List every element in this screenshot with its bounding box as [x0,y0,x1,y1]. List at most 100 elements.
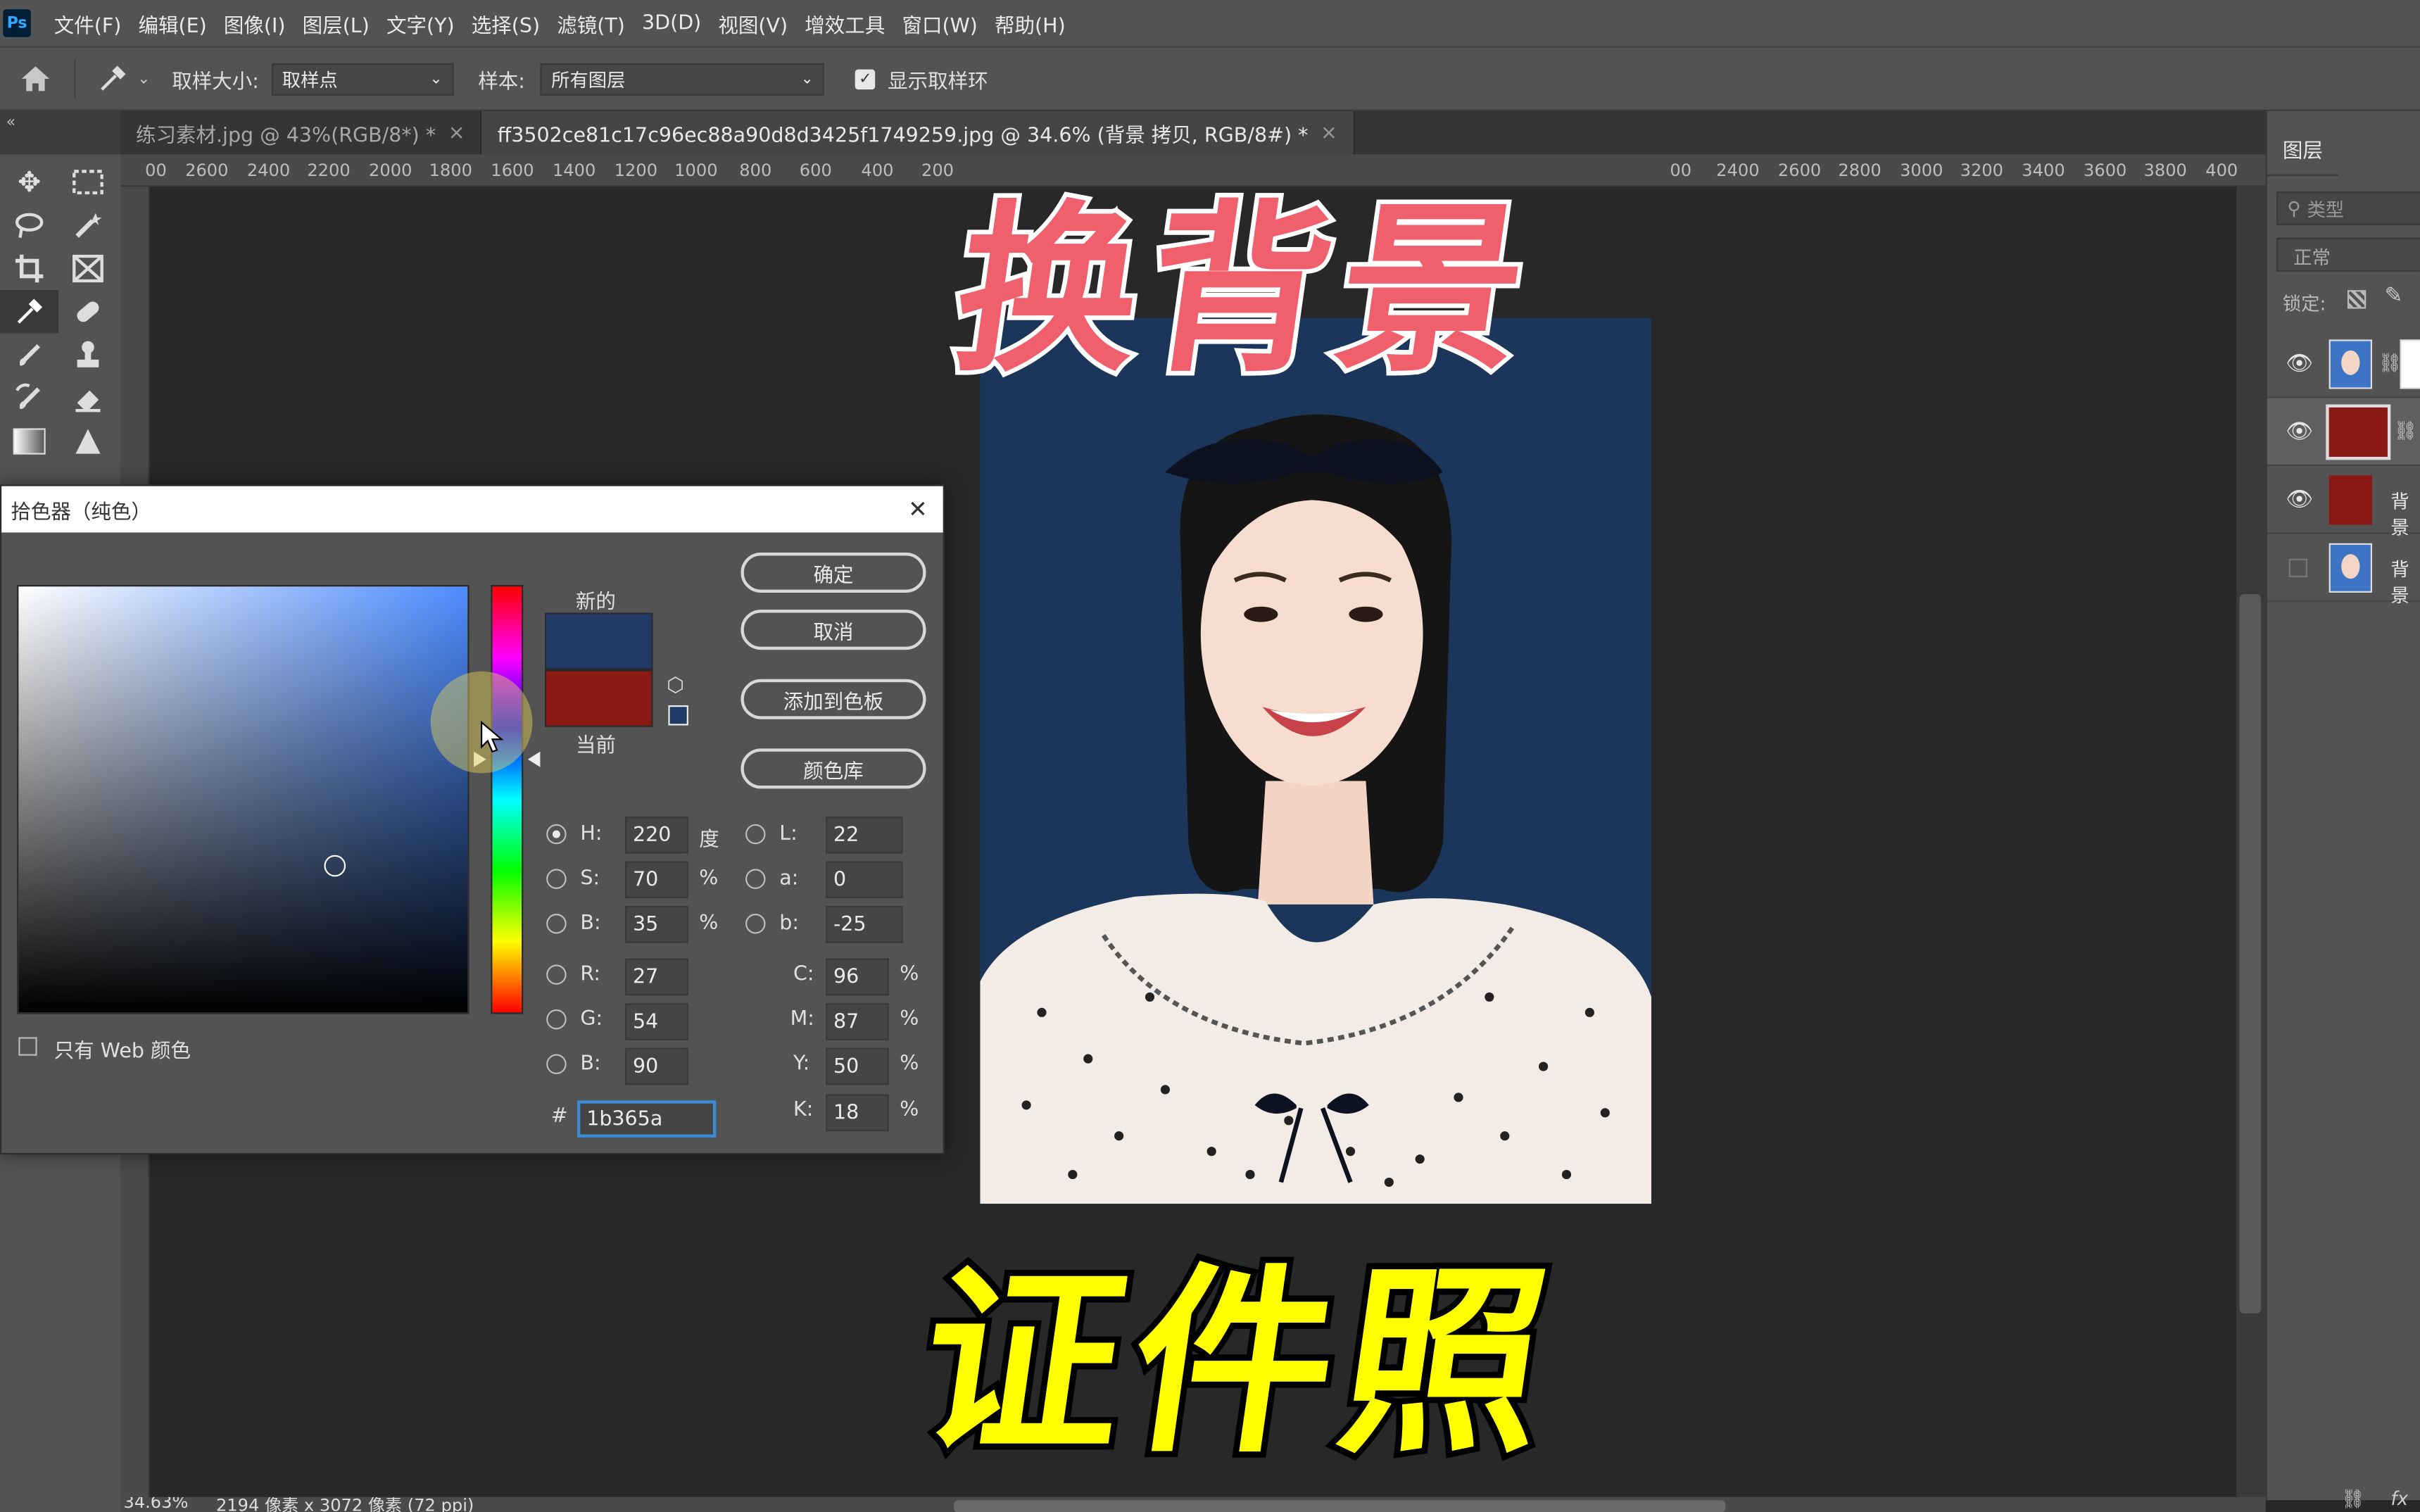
brush-lock-icon[interactable]: ✎ [2385,284,2403,308]
zoom-level[interactable]: 34.63% [123,1497,188,1512]
color-field[interactable] [17,584,469,1014]
eyedropper-tool-icon[interactable] [97,63,128,94]
hue-field[interactable]: 220 [625,816,688,854]
panel-collapse-icon[interactable]: « [0,111,121,155]
red-radio[interactable] [546,964,567,985]
marquee-tool-icon[interactable] [58,160,117,203]
eye-icon[interactable]: 👁 [2286,352,2313,377]
sharpen-tool-icon[interactable] [58,420,117,462]
saturation-field[interactable]: 70 [625,861,688,899]
color-libraries-button[interactable]: 颜色库 [741,748,926,789]
gradient-tool-icon[interactable] [0,420,58,462]
blue-field[interactable]: 90 [625,1047,688,1085]
show-ring-checkbox[interactable]: ✓ [855,68,876,89]
lab-a-field[interactable]: 0 [826,861,903,899]
menu-edit[interactable]: 编辑(E) [134,8,219,38]
eye-icon[interactable]: 👁 [2286,488,2313,512]
red-field[interactable]: 27 [625,958,688,996]
eyedropper-tool-icon[interactable] [0,290,59,334]
home-icon[interactable] [18,65,52,92]
sample-select[interactable]: 所有图层 ⌄ [540,62,825,95]
portrait-illustration [980,317,1652,1204]
menu-select[interactable]: 选择(S) [467,8,552,38]
scrollbar-thumb[interactable] [2239,594,2262,1313]
lasso-tool-icon[interactable] [0,203,58,246]
move-tool-icon[interactable]: ✥ [0,160,58,203]
layer-row-selected[interactable]: 👁 ⛓ [2267,398,2420,467]
close-icon[interactable]: × [1321,121,1337,144]
yellow-field[interactable]: 50 [826,1047,889,1085]
document-info[interactable]: 2194 像素 x 3072 像素 (72 ppi) [216,1497,474,1512]
tab-layers[interactable]: 图层 [2267,123,2338,176]
sample-size-select[interactable]: 取样点 ⌄ [271,62,454,95]
color-field-marker[interactable] [324,855,346,877]
hue-slider[interactable] [491,584,524,1014]
lab-l-field[interactable]: 22 [826,816,903,854]
menu-type[interactable]: 文字(Y) [382,8,467,38]
menu-layer[interactable]: 图层(L) [298,8,382,38]
green-radio[interactable] [546,1009,567,1030]
lab-l-radio[interactable] [745,824,766,845]
eye-icon[interactable]: 👁 [2286,420,2313,444]
close-icon[interactable]: × [448,121,465,144]
add-to-swatches-button[interactable]: 添加到色板 [741,679,926,719]
chevron-down-icon[interactable]: ⌄ [137,70,150,87]
tab-practice-file[interactable]: 练习素材.jpg @ 43%(RGB/8*) * × [120,111,482,155]
out-of-gamut-cube-icon[interactable]: ⬡ [667,674,684,698]
fx-icon[interactable]: fx [2390,1488,2408,1510]
history-brush-tool-icon[interactable] [0,377,58,420]
vertical-scrollbar[interactable] [2236,187,2266,1499]
saturation-radio[interactable] [546,869,567,889]
horizontal-scrollbar-thumb[interactable] [954,1500,1726,1512]
menu-3d[interactable]: 3D(D) [637,11,713,34]
magenta-field[interactable]: 87 [826,1003,889,1040]
blue-label: B: [580,1052,601,1076]
hue-slider-arrow-right-icon[interactable] [527,751,541,767]
web-colors-checkbox[interactable] [18,1037,37,1056]
link-layers-icon[interactable]: ⛓ [2341,1488,2364,1510]
current-color-swatch[interactable] [544,669,653,727]
tools-panel: ✥ [0,154,121,525]
menu-help[interactable]: 帮助(H) [990,8,1078,38]
brightness-radio[interactable] [546,914,567,934]
layer-row[interactable]: 背景 [2267,534,2420,607]
lock-pixels-icon[interactable] [2347,290,2367,309]
clone-stamp-tool-icon[interactable] [58,334,117,377]
cyan-field[interactable]: 96 [826,958,889,996]
menu-file[interactable]: 文件(F) [49,8,134,38]
cancel-button[interactable]: 取消 [741,610,926,650]
layer-row[interactable]: 👁 ⛓ [2267,330,2420,398]
lab-b-radio[interactable] [745,914,766,934]
lab-a-radio[interactable] [745,869,766,889]
menu-filter[interactable]: 滤镜(T) [553,8,638,38]
frame-tool-icon[interactable] [58,247,117,290]
blend-mode-select[interactable]: 正常 [2276,237,2420,272]
brightness-field[interactable]: 35 [625,906,688,943]
hue-radio[interactable] [546,824,567,845]
crop-tool-icon[interactable] [0,247,58,290]
portrait-photo[interactable] [980,317,1652,1204]
brush-tool-icon[interactable] [0,334,58,377]
black-field[interactable]: 18 [826,1094,889,1132]
web-safe-swatch-icon[interactable] [668,705,688,726]
menu-bar: Ps 文件(F) 编辑(E) 图像(I) 图层(L) 文字(Y) 选择(S) 滤… [0,0,2420,46]
visibility-checkbox[interactable] [2288,558,2307,578]
magic-wand-tool-icon[interactable] [58,203,117,246]
blue-radio[interactable] [546,1054,567,1075]
green-field[interactable]: 54 [625,1003,688,1040]
ruler-tick: 400 [861,160,894,181]
layer-row[interactable]: 👁 背景 [2267,466,2420,538]
hex-field[interactable]: 1b365a [577,1100,717,1138]
eraser-tool-icon[interactable] [58,377,117,420]
menu-window[interactable]: 窗口(W) [897,8,990,38]
healing-brush-tool-icon[interactable] [58,290,117,333]
lab-b-label: b: [779,912,799,935]
saturation-label: S: [580,867,600,891]
menu-image[interactable]: 图像(I) [219,8,298,38]
close-icon[interactable]: ✕ [908,496,928,523]
menu-plugins[interactable]: 增效工具 [800,8,897,38]
layer-filter-search[interactable]: ⚲ 类型 [2276,191,2420,226]
lab-b-field[interactable]: -25 [826,906,903,943]
ok-button[interactable]: 确定 [741,552,926,593]
menu-view[interactable]: 视图(V) [714,8,800,38]
